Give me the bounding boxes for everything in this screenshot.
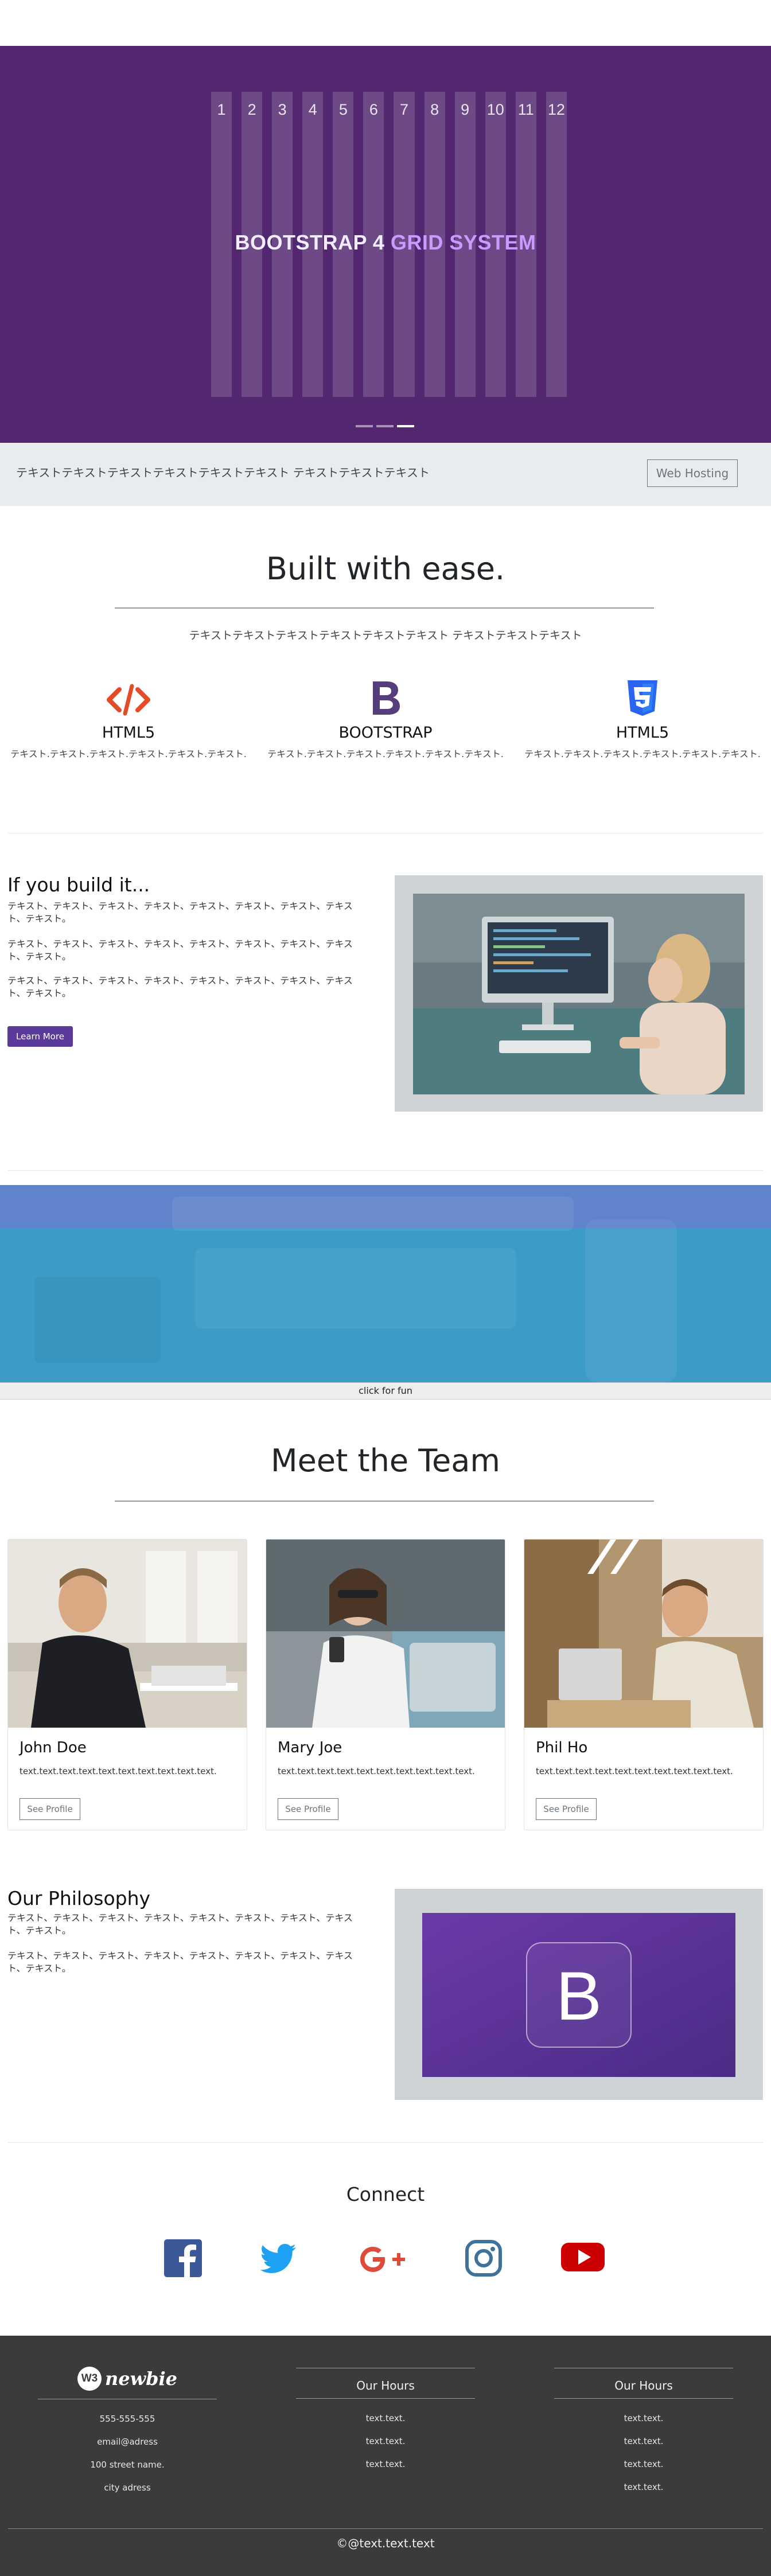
- footer-hours-item: text.text.: [624, 2459, 664, 2469]
- parallax-band: [0, 1185, 771, 1382]
- copyright-text: ©@text.text.text: [336, 2536, 435, 2550]
- member-text: text.text.text.text.text.text.text.text.…: [20, 1766, 217, 1776]
- footer-hours-item: text.text.: [365, 2436, 406, 2446]
- html5-code-icon: [0, 671, 257, 717]
- footer: W3 newbie 555-555-555 email@adress 100 s…: [0, 2336, 771, 2576]
- member-name: Phil Ho: [536, 1739, 588, 1756]
- philosophy-paragraph: テキスト、テキスト、テキスト、テキスト、テキスト、テキスト、テキスト、テキスト、…: [7, 1912, 353, 1936]
- john-doe-photo: [8, 1540, 247, 1728]
- footer-hours-column: Our Hours text.text. text.text. text.tex…: [554, 2368, 733, 2499]
- feature-css3: HTML5 テキスト.テキスト.テキスト.テキスト.テキスト.テキスト.: [514, 671, 771, 760]
- keyboard-background-image: [34, 1197, 677, 1382]
- feature-title: BOOTSTRAP: [338, 724, 433, 742]
- facebook-icon[interactable]: [163, 2238, 203, 2278]
- footer-hours-item: text.text.: [365, 2459, 406, 2469]
- feature-desc: テキスト.テキスト.テキスト.テキスト.テキスト.テキスト.: [524, 749, 761, 759]
- carousel-indicator[interactable]: [376, 425, 394, 427]
- divider-line: [115, 607, 654, 609]
- footer-divider: [8, 2528, 763, 2529]
- image-frame: [395, 875, 763, 1112]
- footer-street: 100 street name.: [90, 2460, 165, 2470]
- built-subtitle: テキストテキストテキストテキストテキストテキスト テキストテキストテキスト: [189, 629, 582, 642]
- feature-title: HTML5: [102, 724, 155, 742]
- css3-icon: [514, 671, 771, 717]
- mary-joe-photo: [266, 1540, 505, 1728]
- footer-hours-item: text.text.: [624, 2413, 664, 2423]
- team-title: Meet the Team: [271, 1443, 500, 1479]
- footer-city: city adress: [104, 2483, 151, 2493]
- image-frame: B: [395, 1889, 763, 2100]
- build-it-paragraph: テキスト、テキスト、テキスト、テキスト、テキスト、テキスト、テキスト、テキスト、…: [7, 975, 353, 999]
- footer-hours-title: Our Hours: [356, 2379, 415, 2392]
- hero-title-main: BOOTSTRAP 4: [235, 231, 391, 254]
- philosophy-paragraph: テキスト、テキスト、テキスト、テキスト、テキスト、テキスト、テキスト、テキスト、…: [7, 1950, 353, 1974]
- w3-badge-icon: W3: [77, 2367, 102, 2391]
- feature-desc: テキスト.テキスト.テキスト.テキスト.テキスト.テキスト.: [10, 749, 247, 759]
- build-it-paragraph: テキスト、テキスト、テキスト、テキスト、テキスト、テキスト、テキスト、テキスト、…: [7, 938, 353, 962]
- team-card: John Doe text.text.text.text.text.text.t…: [7, 1539, 247, 1830]
- footer-phone: 555-555-555: [99, 2414, 155, 2424]
- learn-more-button[interactable]: Learn More: [7, 1026, 73, 1047]
- carousel-indicators: [356, 425, 414, 427]
- web-hosting-button[interactable]: Web Hosting: [647, 459, 738, 487]
- philosophy-title: Our Philosophy: [7, 1887, 151, 1909]
- footer-hours-item: text.text.: [624, 2482, 664, 2492]
- footer-hours-item: text.text.: [624, 2436, 664, 2446]
- instagram-icon[interactable]: [464, 2238, 504, 2278]
- footer-logo-text: newbie: [104, 2368, 178, 2390]
- youtube-icon[interactable]: [560, 2239, 606, 2279]
- hero-title-accent: GRID SYSTEM: [390, 231, 536, 254]
- footer-hours-title: Our Hours: [614, 2379, 673, 2392]
- bootstrap-logo-letter: B: [556, 1958, 602, 2035]
- build-it-title: If you build it...: [7, 874, 150, 896]
- section-divider: [8, 2142, 763, 2143]
- feature-bootstrap: BOOTSTRAP テキスト.テキスト.テキスト.テキスト.テキスト.テキスト.: [257, 671, 514, 760]
- phil-ho-photo: [524, 1540, 763, 1728]
- footer-line: [554, 2398, 733, 2399]
- woman-at-computer-photo: [413, 894, 745, 1094]
- google-plus-icon[interactable]: [357, 2240, 408, 2281]
- build-it-paragraph: テキスト、テキスト、テキスト、テキスト、テキスト、テキスト、テキスト、テキスト、…: [7, 901, 353, 924]
- feature-html5: HTML5 テキスト.テキスト.テキスト.テキスト.テキスト.テキスト.: [0, 671, 257, 760]
- team-card: Phil Ho text.text.text.text.text.text.te…: [524, 1539, 764, 1830]
- see-profile-button[interactable]: See Profile: [536, 1798, 597, 1820]
- member-name: Mary Joe: [278, 1739, 342, 1756]
- section-divider: [8, 1170, 763, 1171]
- member-text: text.text.text.text.text.text.text.text.…: [536, 1766, 733, 1776]
- feature-desc: テキスト.テキスト.テキスト.テキスト.テキスト.テキスト.: [267, 749, 504, 759]
- footer-email: email@adress: [97, 2437, 158, 2447]
- footer-logo[interactable]: W3 newbie: [38, 2359, 217, 2399]
- see-profile-button[interactable]: See Profile: [278, 1798, 338, 1820]
- team-card: Mary Joe text.text.text.text.text.text.t…: [266, 1539, 505, 1830]
- footer-hours-column: Our Hours text.text. text.text. text.tex…: [296, 2368, 475, 2476]
- member-name: John Doe: [20, 1739, 87, 1756]
- feature-title: HTML5: [616, 724, 669, 742]
- footer-hours-item: text.text.: [365, 2413, 406, 2423]
- footer-contact-column: W3 newbie 555-555-555 email@adress 100 s…: [38, 2359, 217, 2499]
- top-bar: [0, 0, 771, 46]
- carousel-indicator-active[interactable]: [397, 425, 414, 427]
- bootstrap-icon: [257, 671, 514, 717]
- hero-title: BOOTSTRAP 4 GRID SYSTEM: [0, 231, 771, 255]
- info-bar-text: テキストテキストテキストテキストテキストテキスト テキストテキストテキスト: [16, 466, 430, 480]
- see-profile-button[interactable]: See Profile: [20, 1798, 80, 1820]
- bootstrap-logo-image: B: [422, 1913, 735, 2077]
- member-text: text.text.text.text.text.text.text.text.…: [278, 1766, 475, 1776]
- connect-title: Connect: [346, 2183, 425, 2205]
- twitter-icon[interactable]: [258, 2239, 298, 2279]
- built-title: Built with ease.: [266, 551, 505, 587]
- footer-line: [296, 2398, 475, 2399]
- divider-line: [115, 1501, 654, 1502]
- carousel-indicator[interactable]: [356, 425, 373, 427]
- hero-carousel[interactable]: 1 2 3 4 5 6 7 8 9 10 11 12 BOOTSTRAP 4 GRID SYSTEM: [0, 46, 771, 443]
- click-for-fun-bar[interactable]: click for fun: [0, 1382, 771, 1400]
- info-bar: テキストテキストテキストテキストテキストテキスト テキストテキストテキスト We…: [0, 443, 771, 506]
